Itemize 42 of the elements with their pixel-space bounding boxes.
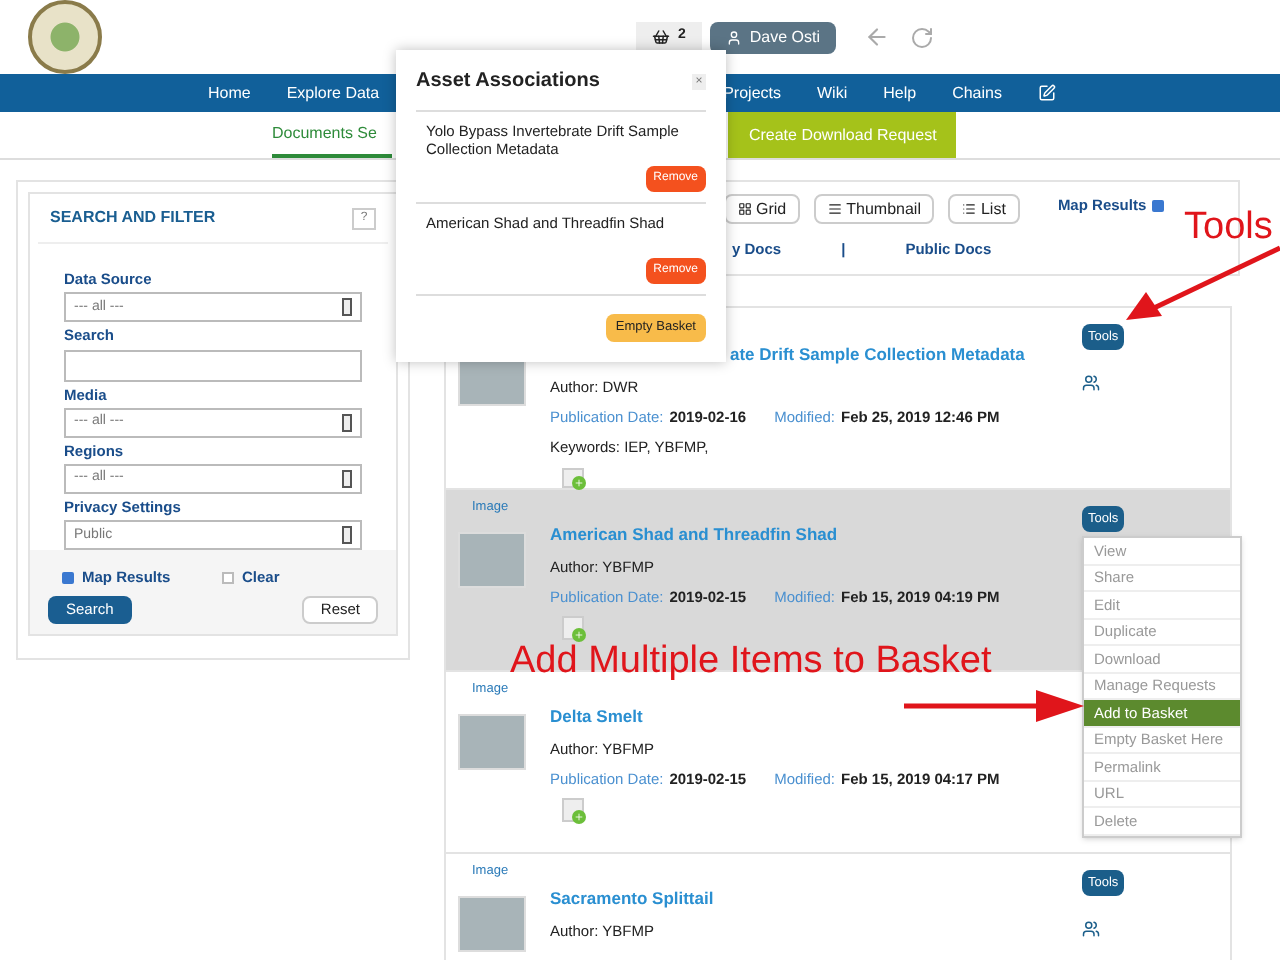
add-to-basket-icon[interactable] (562, 616, 584, 641)
dropdown-caret-icon (342, 413, 352, 432)
documents-search-tab[interactable]: Documents Se (272, 121, 377, 145)
view-icon (828, 202, 843, 216)
dropdown-caret-icon (342, 526, 352, 545)
checkbox[interactable] (1152, 199, 1165, 212)
nav-link[interactable]: Explore Data (286, 81, 380, 105)
seal-logo-icon (28, 0, 102, 74)
nav-link[interactable]: Help (883, 81, 917, 105)
checkbox[interactable] (62, 571, 74, 584)
annotation-text: Tools (1184, 204, 1273, 252)
add-to-basket-icon[interactable] (562, 798, 584, 823)
people-icon[interactable] (1082, 374, 1100, 392)
checkbox[interactable] (222, 571, 234, 584)
back-icon[interactable] (864, 24, 891, 50)
photo-placeholder (458, 532, 526, 588)
view-button[interactable]: Thumbnail (814, 194, 935, 224)
result-title[interactable]: Sacramento Splittail (550, 886, 714, 912)
result-title[interactable]: ate Drift Sample Collection Metadata (730, 342, 1025, 368)
nav-link[interactable]: Home (208, 81, 251, 105)
view-button[interactable]: List (948, 194, 1020, 224)
result-title[interactable]: Delta Smelt (550, 704, 1000, 730)
photo-placeholder (458, 896, 526, 952)
view-icon (962, 202, 977, 216)
dropdown-caret-icon (342, 470, 352, 488)
popup-title: Asset Associations (416, 68, 600, 96)
view-icon (738, 202, 752, 216)
user-button[interactable]: Dave Osti (709, 21, 837, 53)
edit-icon[interactable] (1037, 84, 1056, 102)
people-icon[interactable] (1082, 920, 1100, 938)
add-to-basket-icon[interactable] (562, 467, 584, 488)
nav-link[interactable]: Wiki (817, 81, 848, 105)
annotation-text: Add Multiple Items to Basket (510, 640, 992, 684)
nav-link[interactable]: Chains (952, 81, 1002, 105)
refresh-icon[interactable] (910, 25, 935, 49)
result-title[interactable]: American Shad and Threadfin Shad (550, 522, 1000, 548)
dropdown-caret-icon (342, 298, 352, 317)
panel-title: SEARCH AND FILTER (50, 206, 216, 230)
user-icon (725, 29, 742, 45)
photo-placeholder (458, 714, 526, 770)
search-field[interactable] (64, 349, 362, 381)
basket-icon (652, 28, 670, 46)
